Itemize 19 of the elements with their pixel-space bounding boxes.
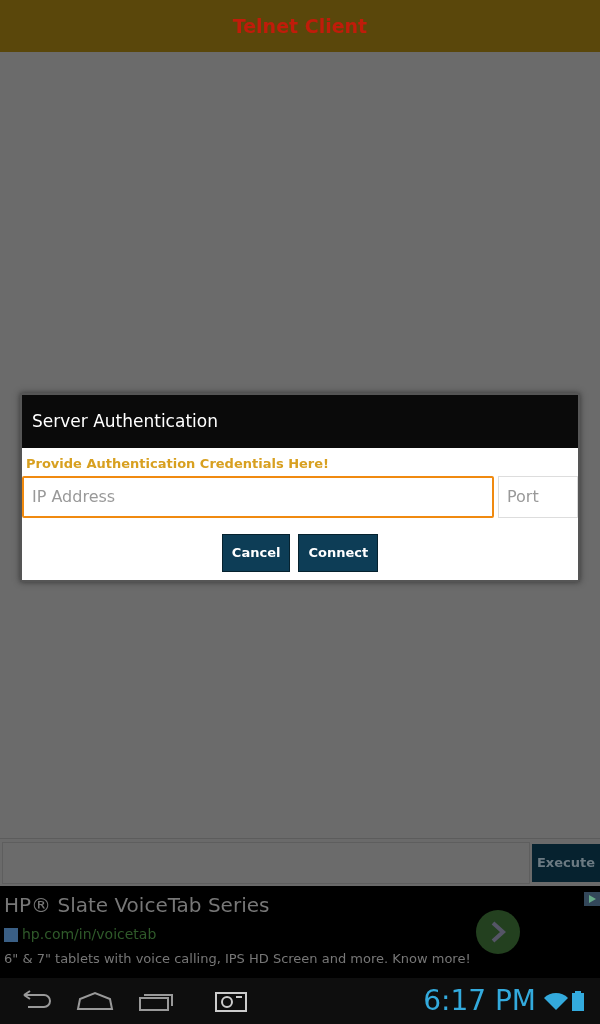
- clock: 6:17 PM: [423, 983, 536, 1019]
- ip-address-field[interactable]: IP Address: [22, 475, 494, 518]
- wifi-icon: [544, 991, 568, 1011]
- app-title: Telnet Client: [232, 13, 368, 39]
- ad-headline: HP® Slate VoiceTab Series: [3, 892, 271, 919]
- dialog-title: Server Authentication: [32, 409, 218, 433]
- next-button[interactable]: [476, 910, 520, 954]
- port-field[interactable]: Port: [498, 475, 578, 518]
- connect-button[interactable]: Connect: [298, 533, 379, 572]
- execute-button[interactable]: Execute: [532, 843, 600, 882]
- battery-icon: [572, 991, 584, 1011]
- dialog-message: Provide Authentication Credentials Here!: [26, 456, 329, 471]
- ad-description: 6" & 7" tablets with voice calling, IPS HD Screen and more. Know more!: [3, 950, 472, 968]
- logo-icon: [4, 927, 18, 942]
- chevron-icon: [490, 921, 506, 943]
- ad-choices-icon[interactable]: [584, 891, 600, 906]
- home-icon[interactable]: [76, 991, 114, 1011]
- cancel-button[interactable]: Cancel: [221, 533, 291, 572]
- camera-icon[interactable]: [214, 989, 248, 1013]
